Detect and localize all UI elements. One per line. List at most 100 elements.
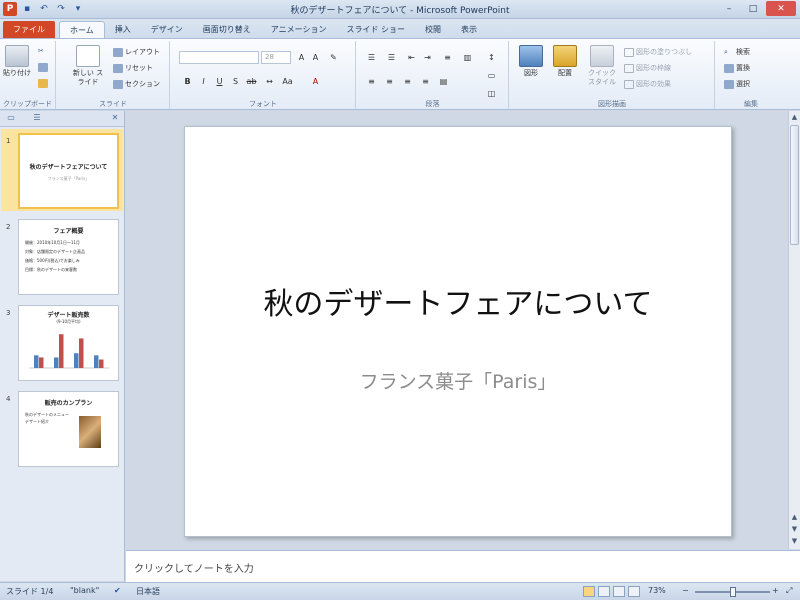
quick-styles-button[interactable]: クイック スタイル [584, 45, 620, 87]
tab-insert[interactable]: 挿入 [105, 21, 141, 38]
tab-review[interactable]: 校閲 [415, 21, 451, 38]
language-indicator[interactable]: 日本語 [136, 586, 160, 597]
paragraph-group-label: 段落 [425, 100, 440, 108]
shape-outline-button[interactable]: 図形の枠線 [624, 63, 671, 73]
select-icon [724, 79, 734, 89]
bold-icon[interactable]: B [181, 75, 194, 88]
scrollbar-thumb[interactable] [790, 125, 799, 245]
previous-slide-icon[interactable]: ▲ [789, 511, 800, 523]
font-size-combo[interactable]: 28 [261, 51, 291, 64]
find-button[interactable]: ⌕ 検索 [724, 47, 750, 57]
format-painter-button[interactable] [38, 79, 48, 88]
text-direction-icon[interactable]: ↕ [485, 51, 498, 64]
numbering-icon[interactable]: ☰ [385, 51, 398, 64]
format-painter-icon [38, 79, 48, 88]
tab-file[interactable]: ファイル [3, 21, 55, 38]
decrease-indent-icon[interactable]: ⇤ [405, 51, 418, 64]
paste-button[interactable]: 貼り付け [3, 45, 31, 78]
scroll-up-icon[interactable]: ▲ [789, 111, 800, 123]
line-spacing-icon[interactable]: ≡ [441, 51, 454, 64]
arrange-button[interactable]: 配置 [550, 45, 580, 78]
select-button[interactable]: 選択 [724, 79, 750, 89]
align-center-icon[interactable]: ≡ [383, 75, 396, 88]
italic-icon[interactable]: I [197, 75, 210, 88]
spelling-icon[interactable]: ✔ [114, 586, 121, 595]
shape-fill-button[interactable]: 図形の塗りつぶし [624, 47, 692, 57]
reset-label: リセット [125, 64, 153, 72]
thumb-title: 秋のデザートフェアについて [29, 164, 108, 171]
slideshow-view-icon[interactable] [628, 586, 640, 597]
current-slide[interactable]: 秋のデザートフェアについて フランス菓子「Paris」 [184, 126, 732, 537]
tab-view[interactable]: 表示 [451, 21, 487, 38]
close-button[interactable]: ✕ [766, 1, 796, 16]
align-left-icon[interactable]: ≡ [365, 75, 378, 88]
justify-icon[interactable]: ≡ [419, 75, 432, 88]
grow-font-icon[interactable]: A [295, 51, 308, 64]
status-bar: スライド 1/4 "blank" ✔ 日本語 73% − + ⤢ [0, 582, 800, 600]
normal-view-icon[interactable] [583, 586, 595, 597]
notes-pane[interactable]: クリックしてノートを入力 [126, 550, 800, 582]
slide-editing-area: 秋のデザートフェアについて フランス菓子「Paris」 [126, 111, 788, 549]
minimize-button[interactable]: – [718, 1, 740, 16]
char-spacing-icon[interactable]: ↔ [263, 75, 276, 88]
slide-thumbnail-3[interactable]: デザート販売数 (9-10月平均) [18, 305, 119, 381]
maximize-button[interactable]: □ [742, 1, 764, 16]
new-slide-icon [76, 45, 100, 67]
distribute-icon[interactable]: ▤ [437, 75, 450, 88]
strikethrough-icon[interactable]: ab [245, 75, 258, 88]
tab-animations[interactable]: アニメーション [261, 21, 337, 38]
shrink-font-icon[interactable]: A [309, 51, 322, 64]
underline-icon[interactable]: U [213, 75, 226, 88]
slide-title[interactable]: 秋のデザートフェアについて [185, 279, 731, 323]
slide-sorter-icon[interactable] [598, 586, 610, 597]
section-button[interactable]: セクション [113, 79, 160, 89]
close-pane-icon[interactable]: ✕ [108, 113, 122, 125]
scroll-down-icon[interactable]: ▼ [789, 535, 800, 547]
notes-placeholder[interactable]: クリックしてノートを入力 [134, 560, 254, 575]
slide-number: 2 [6, 223, 11, 231]
vertical-scrollbar[interactable]: ▲ ▲ ▼ ▼ [788, 111, 800, 549]
shape-effects-button[interactable]: 図形の効果 [624, 79, 671, 89]
zoom-slider-knob[interactable] [729, 587, 736, 597]
align-right-icon[interactable]: ≡ [401, 75, 414, 88]
zoom-out-icon[interactable]: − [682, 586, 689, 595]
shapes-button[interactable]: 図形 [516, 45, 546, 78]
align-text-icon[interactable]: ▭ [485, 69, 498, 82]
bullets-icon[interactable]: ☰ [365, 51, 378, 64]
shape-fill-label: 図形の塗りつぶし [636, 48, 693, 56]
reset-button[interactable]: リセット [113, 63, 153, 73]
outline-tab-icon[interactable]: ☰ [30, 113, 44, 125]
theme-name[interactable]: "blank" [70, 586, 99, 595]
change-case-icon[interactable]: Aa [281, 75, 294, 88]
cut-button[interactable]: ✂ [38, 47, 48, 56]
increase-indent-icon[interactable]: ⇥ [421, 51, 434, 64]
slide-subtitle[interactable]: フランス菓子「Paris」 [185, 367, 731, 394]
find-label: 検索 [736, 48, 750, 56]
quick-styles-icon [590, 45, 614, 67]
thumb-title: 販売のカンプラン [44, 400, 93, 407]
font-name-combo[interactable] [179, 51, 259, 64]
slide-thumbnail-1[interactable]: 秋のデザートフェアについて フランス菓子「Paris」 [18, 133, 119, 209]
fit-to-window-icon[interactable]: ⤢ [786, 586, 792, 596]
font-color-icon[interactable]: A [309, 75, 322, 88]
tab-transitions[interactable]: 画面切り替え [193, 21, 261, 38]
zoom-in-icon[interactable]: + [772, 586, 779, 595]
tab-slideshow[interactable]: スライド ショー [336, 21, 415, 38]
slide-thumbnail-4[interactable]: 販売のカンプラン 秋のデザートのメニュー デザート紹介 [18, 391, 119, 467]
columns-icon[interactable]: ▥ [461, 51, 474, 64]
next-slide-icon[interactable]: ▼ [789, 523, 800, 535]
new-slide-button[interactable]: 新しい スライド [71, 45, 105, 87]
tab-home[interactable]: ホーム [59, 21, 105, 38]
slides-tab-icon[interactable]: ▭ [4, 113, 18, 125]
shadow-icon[interactable]: S [229, 75, 242, 88]
slide-thumbnail-2[interactable]: フェア概要 開催：2010年10月1日～11月 対象：店舗限定のデザート企画品 … [18, 219, 119, 295]
find-icon: ⌕ [724, 47, 728, 56]
tab-design[interactable]: デザイン [141, 21, 193, 38]
replace-button[interactable]: 置換 [724, 63, 750, 73]
clear-format-icon[interactable]: ✎ [327, 51, 340, 64]
zoom-level[interactable]: 73% [648, 586, 666, 595]
copy-button[interactable] [38, 63, 48, 72]
reading-view-icon[interactable] [613, 586, 625, 597]
layout-button[interactable]: レイアウト [113, 47, 160, 57]
ribbon-tabs: ファイル ホーム 挿入 デザイン 画面切り替え アニメーション スライド ショー… [0, 19, 800, 38]
